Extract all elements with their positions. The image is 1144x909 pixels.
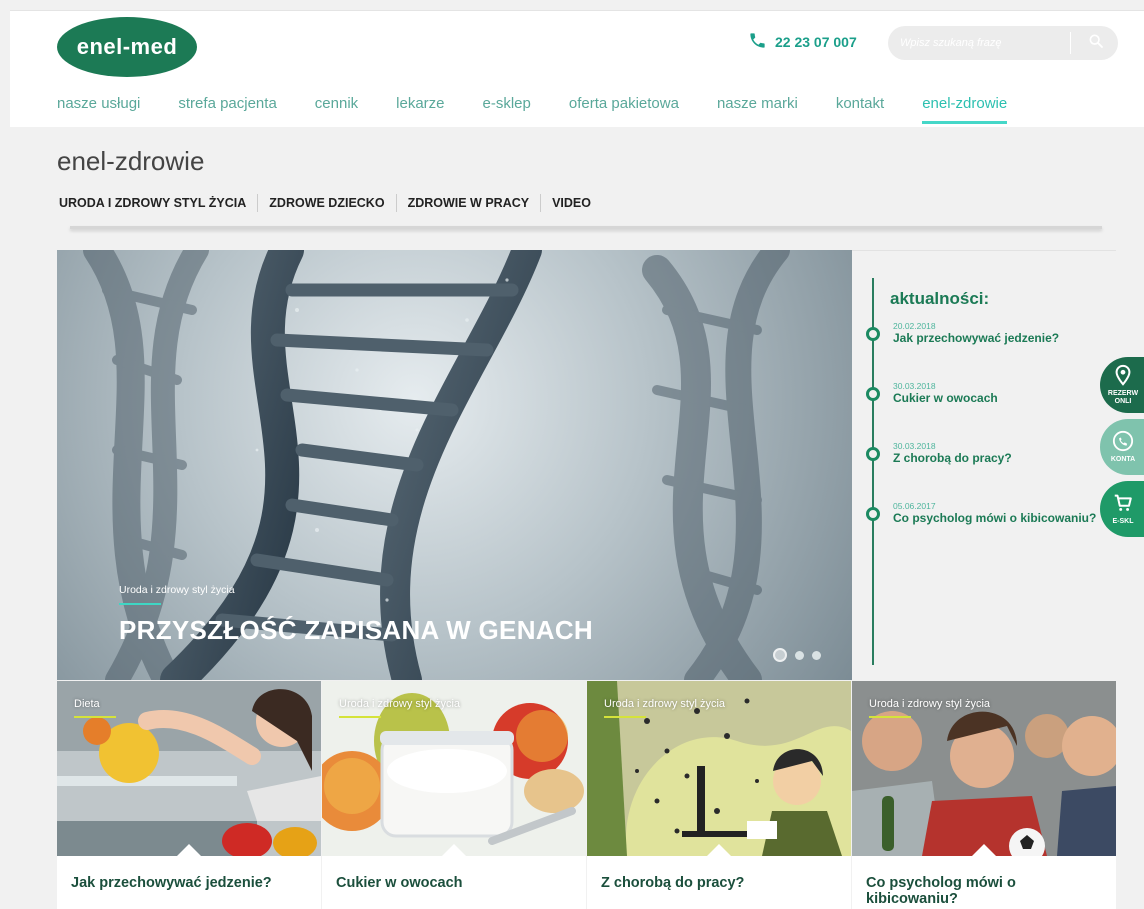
news-heading: aktualności: [890, 289, 990, 308]
timeline-bullet-icon [866, 507, 880, 521]
nav-item-enel-zdrowie[interactable]: enel-zdrowie [922, 95, 1008, 124]
card-notch [442, 844, 466, 856]
card-category[interactable]: Uroda i zdrowy styl życia [604, 698, 725, 710]
phone-number: 22 23 07 007 [775, 34, 857, 50]
card-title[interactable]: Z chorobą do pracy? [601, 875, 836, 891]
card-notch [972, 844, 996, 856]
card-category-underline [74, 716, 116, 718]
slider-dots [773, 648, 821, 662]
site-header: enel-med 22 23 07 007 nasze usługi stref… [10, 10, 1144, 127]
slider-dot-3[interactable] [812, 650, 821, 660]
search-input[interactable] [888, 26, 1070, 60]
nav-item-e-sklep[interactable]: e-sklep [483, 95, 531, 124]
card-category[interactable]: Uroda i zdrowy styl życia [339, 698, 460, 710]
timeline-bullet-icon [866, 327, 880, 341]
nav-item-nasze-uslugi[interactable]: nasze usługi [57, 95, 140, 124]
category-subnav: URODA I ZDROWY STYL ŻYCIA ZDROWE DZIECKO… [57, 194, 602, 212]
logo-text: enel-med [76, 34, 178, 59]
card-title[interactable]: Co psycholog mówi o kibicowaniu? [866, 875, 1101, 907]
subnav-item-zdrowie-w-pracy[interactable]: ZDROWIE W PRACY [395, 194, 541, 212]
search-icon [1088, 33, 1104, 54]
news-link[interactable]: Jak przechowywać jedzenie? [893, 331, 1059, 345]
nav-item-kontakt[interactable]: kontakt [836, 95, 884, 124]
article-card[interactable]: Uroda i zdrowy styl życia Cukier w owoca… [322, 681, 586, 909]
subnav-item-video[interactable]: VIDEO [540, 194, 602, 212]
cart-icon [1112, 492, 1134, 518]
news-panel: aktualności: 20.02.2018 Jak przechowywać… [852, 250, 1116, 680]
news-date: 30.03.2018 [893, 441, 936, 451]
map-pin-icon [1112, 364, 1134, 390]
card-category-underline [869, 716, 911, 718]
nav-item-lekarze[interactable]: lekarze [396, 95, 444, 124]
card-notch [177, 844, 201, 856]
news-link[interactable]: Co psycholog mówi o kibicowaniu? [893, 511, 1096, 525]
hero-category[interactable]: Uroda i zdrowy styl życia [119, 584, 235, 596]
article-card[interactable]: Uroda i zdrowy styl życia Co psycholog m… [852, 681, 1116, 909]
slider-dot-1[interactable] [773, 648, 787, 662]
nav-item-strefa-pacjenta[interactable]: strefa pacjenta [178, 95, 276, 124]
nav-item-cennik[interactable]: cennik [315, 95, 358, 124]
hero-slider[interactable]: Uroda i zdrowy styl życia PRZYSZŁOŚĆ ZAP… [57, 250, 852, 680]
subnav-item-zdrowe-dziecko[interactable]: ZDROWE DZIECKO [257, 194, 395, 212]
card-category[interactable]: Uroda i zdrowy styl życia [869, 698, 990, 710]
card-title[interactable]: Cukier w owocach [336, 875, 571, 891]
reserve-label-line2: ONLI [1114, 398, 1132, 405]
phone-contact[interactable]: 22 23 07 007 [748, 31, 857, 53]
search-divider [1070, 32, 1071, 54]
timeline-bullet-icon [866, 447, 880, 461]
hero-category-underline [119, 603, 161, 605]
section-divider [70, 226, 1102, 229]
card-category-underline [339, 716, 381, 718]
nav-item-oferta-pakietowa[interactable]: oferta pakietowa [569, 95, 679, 124]
nav-item-nasze-marki[interactable]: nasze marki [717, 95, 798, 124]
timeline-bullet-icon [866, 387, 880, 401]
hero-title[interactable]: PRZYSZŁOŚĆ ZAPISANA W GENACH [119, 615, 593, 646]
search-button[interactable] [1078, 26, 1114, 60]
page-title: enel-zdrowie [57, 146, 205, 176]
news-date: 30.03.2018 [893, 381, 936, 391]
article-card[interactable]: Uroda i zdrowy styl życia Z chorobą do p… [587, 681, 851, 909]
phone-icon [748, 31, 767, 53]
news-link[interactable]: Z chorobą do pracy? [893, 451, 1012, 465]
phone-circle-icon [1112, 430, 1134, 456]
card-notch [707, 844, 731, 856]
news-link[interactable]: Cukier w owocach [893, 391, 998, 405]
slider-dot-2[interactable] [795, 650, 804, 660]
card-category-underline [604, 716, 646, 718]
news-date: 05.06.2017 [893, 501, 936, 511]
enel-med-logo[interactable]: enel-med [57, 17, 197, 77]
card-category[interactable]: Dieta [74, 698, 100, 710]
card-title[interactable]: Jak przechowywać jedzenie? [71, 875, 306, 891]
e-shop-label: E-SKL [1112, 518, 1134, 525]
search-box [888, 26, 1118, 60]
subnav-item-uroda[interactable]: URODA I ZDROWY STYL ŻYCIA [57, 194, 257, 212]
reserve-label-line1: REZERW [1107, 390, 1139, 397]
contact-label: KONTA [1110, 456, 1136, 463]
news-date: 20.02.2018 [893, 321, 936, 331]
article-card[interactable]: Dieta Jak przechowywać jedzenie? [57, 681, 321, 909]
main-nav: nasze usługi strefa pacjenta cennik leka… [57, 95, 1045, 124]
